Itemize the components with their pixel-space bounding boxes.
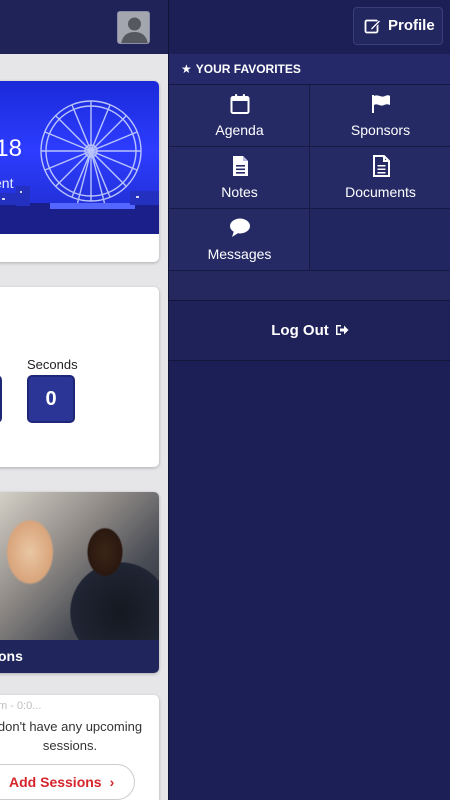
sessions-photo-card[interactable]: ons [0,492,159,673]
upcoming-sessions-card: m - 0:0... don't have any upcoming sessi… [0,695,159,800]
attendees-photo [0,492,159,640]
favorite-label-sponsors: Sponsors [350,122,411,138]
edit-icon [364,19,381,34]
favorites-heading: ★ YOUR FAVORITES [169,54,450,85]
flag-icon [372,95,390,113]
photo-caption: ons [0,640,159,673]
event-hero-card[interactable]: 18 ent [0,81,159,262]
countdown-card: : s Seconds 0 [0,287,159,467]
note-icon [233,156,248,176]
add-sessions-label: Add Sessions [9,774,102,790]
seconds-value-box: 0 [27,375,75,423]
event-year-text: 18 [0,135,22,162]
faded-session-time: m - 0:0... [0,700,42,712]
favorite-tile-sponsors[interactable]: Sponsors [310,85,450,147]
profile-button[interactable]: Profile [353,7,443,45]
favorite-label-agenda: Agenda [215,122,264,138]
logout-button[interactable]: Log Out [169,301,450,361]
favorite-tile-notes[interactable]: Notes [169,147,310,209]
event-banner-image: 18 ent [0,81,159,234]
profile-label: Profile [388,17,435,34]
calendar-icon [230,94,250,114]
favorite-tile-agenda[interactable]: Agenda [169,85,310,147]
favorite-tile-documents[interactable]: Documents [310,147,450,209]
favorite-label-messages: Messages [207,246,272,262]
ferris-wheel-illustration [0,100,159,234]
document-icon [373,155,390,177]
favorite-label-documents: Documents [345,184,416,200]
person-silhouette-icon [118,12,149,43]
add-sessions-button[interactable]: Add Sessions › [0,764,135,800]
countdown-minutes-box [0,375,2,423]
event-subtitle-text: ent [0,175,14,191]
sign-out-icon [335,325,349,335]
favorite-tile-empty [310,209,450,271]
user-avatar[interactable] [117,11,150,44]
menu-header: Profile [169,0,450,54]
main-top-bar [0,0,168,54]
countdown-colon: : [0,323,1,346]
star-icon: ★ [181,62,192,76]
chevron-right-icon: › [109,774,115,790]
chat-bubble-icon [230,218,250,237]
menu-spacer [169,271,450,301]
logout-label: Log Out [271,322,329,339]
main-app-panel: 18 ent : s Seconds 0 ons m - 0:0... don'… [0,0,168,800]
seconds-label: Seconds [27,357,78,372]
favorite-label-notes: Notes [221,184,258,200]
side-menu: Profile ★YOUR FAVORITES Agenda Sponsors [168,0,450,800]
favorites-heading-text: YOUR FAVORITES [195,62,301,76]
no-sessions-message: don't have any upcoming sessions. [0,719,143,753]
favorite-tile-messages[interactable]: Messages [169,209,310,271]
